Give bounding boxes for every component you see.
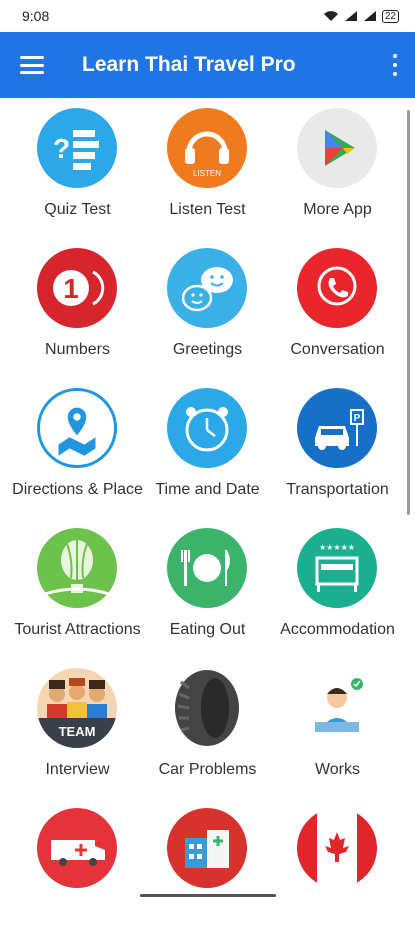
menu-icon[interactable]	[20, 56, 44, 74]
app-title: Learn Thai Travel Pro	[82, 53, 296, 76]
tile-greetings[interactable]: Greetings	[140, 238, 275, 378]
tile-transportation[interactable]: P Transportation	[270, 378, 405, 518]
tile-label: Directions & Place	[12, 481, 143, 498]
overflow-menu-icon[interactable]	[389, 54, 401, 76]
tile-works[interactable]: Works	[270, 658, 405, 798]
plate-cutlery-icon	[167, 528, 247, 608]
tile-eating-out[interactable]: Eating Out	[140, 518, 275, 658]
ambulance-icon	[37, 808, 117, 888]
status-time: 9:08	[22, 8, 50, 24]
tile-label: Works	[314, 761, 361, 778]
canada-flag-icon	[297, 808, 377, 888]
smiley-chat-icon	[167, 248, 247, 328]
battery-icon: 22	[381, 9, 399, 23]
signal-icon	[344, 10, 358, 22]
app-bar: Learn Thai Travel Pro	[0, 32, 415, 98]
tile-tourist-attractions[interactable]: Tourist Attractions	[10, 518, 145, 658]
phone-call-icon	[297, 248, 377, 328]
tile-label: Conversation	[290, 341, 385, 358]
svg-text:?: ?	[53, 133, 70, 164]
listen-badge: LISTEN	[193, 169, 221, 178]
team-badge: TEAM	[59, 724, 96, 739]
quiz-icon: ?	[37, 108, 117, 188]
tile-quiz-test[interactable]: ? Quiz Test	[10, 98, 145, 238]
hospital-icon	[167, 808, 247, 888]
status-icons: 22	[323, 9, 399, 23]
signal-icon	[363, 10, 377, 22]
status-bar: 9:08 22	[0, 0, 415, 32]
tile-label: Interview	[45, 761, 110, 778]
tile-time-and-date[interactable]: Time and Date	[140, 378, 275, 518]
tile-conversation[interactable]: Conversation	[270, 238, 405, 378]
number-glyph: 1	[63, 273, 79, 304]
tire-icon	[167, 668, 247, 748]
parking-badge: P	[354, 413, 361, 424]
tile-car-problems[interactable]: Car Problems	[140, 658, 275, 798]
tile-label: Time and Date	[155, 481, 260, 498]
scrollbar[interactable]	[407, 110, 410, 515]
tile-numbers[interactable]: 1 Numbers	[10, 238, 145, 378]
map-pin-icon	[37, 388, 117, 468]
tile-label: Listen Test	[169, 201, 246, 218]
gesture-navigation-bar[interactable]	[140, 894, 276, 897]
car-parking-icon: P	[297, 388, 377, 468]
headphones-icon: LISTEN	[167, 108, 247, 188]
alarm-clock-icon	[167, 388, 247, 468]
play-store-icon	[297, 108, 377, 188]
tile-label: Accommodation	[280, 621, 395, 638]
stars-badge: ★★★★★	[319, 543, 355, 552]
tile-accommodation[interactable]: ★★★★★ Accommodation	[270, 518, 405, 658]
number-one-icon: 1	[37, 248, 117, 328]
tile-label: Car Problems	[158, 761, 257, 778]
worker-laptop-icon	[297, 668, 377, 748]
team-icon: TEAM	[37, 668, 117, 748]
tile-label: Tourist Attractions	[14, 621, 141, 638]
tile-label: Eating Out	[169, 621, 246, 638]
tile-emergency[interactable]	[10, 798, 145, 938]
tile-label: Numbers	[45, 341, 110, 358]
tile-label: More App	[303, 201, 372, 218]
hotel-bed-icon: ★★★★★	[297, 528, 377, 608]
tile-listen-test[interactable]: LISTEN Listen Test	[140, 98, 275, 238]
tile-label: Greetings	[172, 341, 243, 358]
tile-hospital[interactable]	[140, 798, 275, 938]
tile-more-app[interactable]: More App	[270, 98, 405, 238]
tile-canada[interactable]	[270, 798, 405, 938]
tile-interview[interactable]: TEAM Interview	[10, 658, 145, 798]
tile-label: Transportation	[286, 481, 389, 498]
wifi-icon	[323, 10, 339, 22]
tile-directions-place[interactable]: Directions & Place	[10, 378, 145, 518]
tile-label: Quiz Test	[44, 201, 111, 218]
hot-air-balloon-icon	[37, 528, 117, 608]
